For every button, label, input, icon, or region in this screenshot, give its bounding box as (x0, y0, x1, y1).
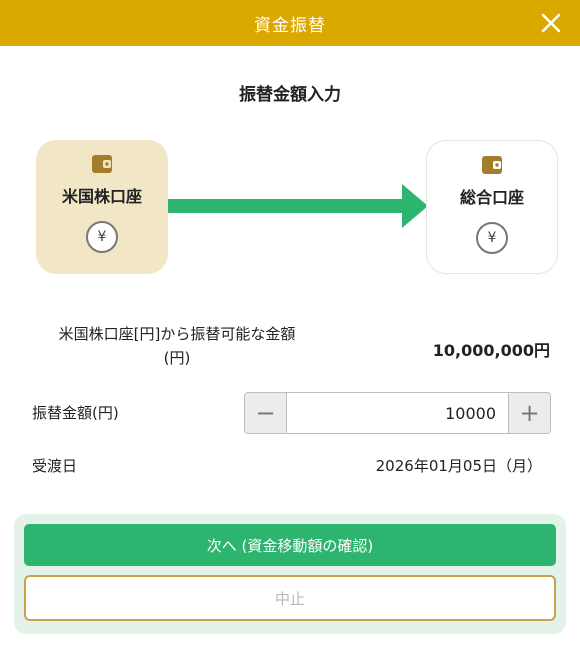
amount-input[interactable] (287, 393, 508, 433)
wallet-icon (91, 154, 113, 174)
close-icon[interactable] (538, 10, 564, 36)
settlement-date-label: 受渡日 (32, 457, 78, 475)
wallet-icon (481, 155, 503, 175)
yen-icon: ¥ (476, 222, 508, 254)
modal-header: 資金振替 (0, 0, 580, 46)
increment-button[interactable]: + (508, 393, 550, 433)
action-footer: 次へ (資金移動額の確認) 中止 (14, 514, 566, 634)
transfer-modal: 資金振替 振替金額入力 米国株口座 ¥ 総合口座 ¥ 米国株口座[円]から振替可… (0, 0, 580, 647)
modal-title: 資金振替 (254, 15, 326, 36)
yen-icon: ¥ (86, 221, 118, 253)
from-account-card: 米国株口座 ¥ (36, 140, 168, 274)
decrement-button[interactable]: − (245, 393, 287, 433)
transfer-amount-label: 振替金額(円) (32, 404, 119, 422)
to-account-card: 総合口座 ¥ (426, 140, 558, 274)
next-button[interactable]: 次へ (資金移動額の確認) (24, 524, 556, 566)
available-amount-label: 米国株口座[円]から振替可能な金額 (円) (58, 325, 296, 367)
transfer-arrow-icon (168, 184, 428, 228)
cancel-button[interactable]: 中止 (24, 575, 556, 621)
to-account-label: 総合口座 (459, 188, 524, 207)
available-amount-value: 10,000,000円 (432, 341, 550, 360)
amount-stepper: − + (244, 392, 551, 434)
settlement-date-value: 2026年01月05日（月） (375, 457, 542, 475)
section-title: 振替金額入力 (239, 85, 341, 105)
from-account-label: 米国株口座 (61, 187, 142, 206)
